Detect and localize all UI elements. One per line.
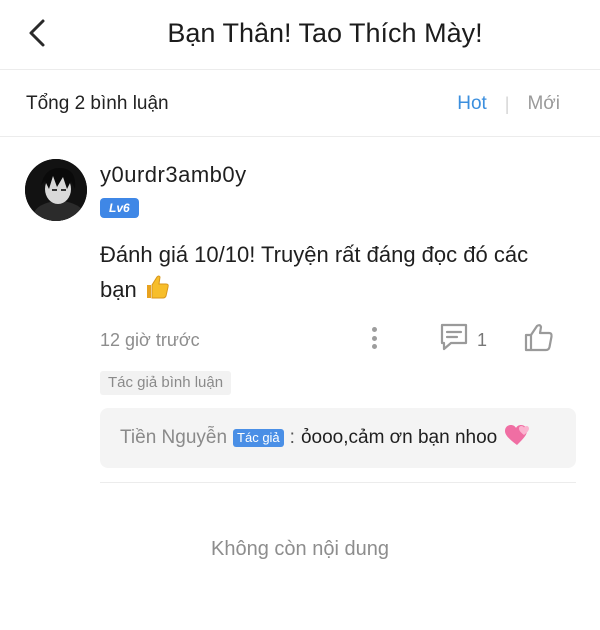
more-dot-icon xyxy=(371,344,377,349)
reply-button[interactable] xyxy=(438,322,470,352)
comment-time: 12 giờ trước xyxy=(100,330,200,350)
total-comments-label: Tổng 2 bình luận xyxy=(26,93,169,114)
avatar-image xyxy=(25,159,87,221)
comment-divider xyxy=(100,482,576,483)
level-badge: Lv6 xyxy=(100,198,139,218)
sort-new-tab[interactable]: Mới xyxy=(527,93,560,115)
page-title: Bạn Thân! Tao Thích Mày! xyxy=(167,18,483,48)
more-options-button[interactable] xyxy=(364,324,384,352)
more-dot-icon xyxy=(371,327,377,332)
comment-username[interactable]: y0urdr3amb0y xyxy=(100,162,247,188)
thumbs-up-icon xyxy=(524,324,553,352)
author-badge: Tác giả xyxy=(233,429,284,447)
reply-count: 1 xyxy=(477,330,488,350)
reply-author-name[interactable]: Tiền Nguyễn xyxy=(120,427,227,449)
comments-bar: Tổng 2 bình luận Hot | Mới xyxy=(0,71,600,137)
like-button[interactable] xyxy=(523,322,555,354)
author-commented-tag: Tác giả bình luận xyxy=(100,371,232,395)
comment-body: Đánh giá 10/10! Truyện rất đáng đọc đó c… xyxy=(100,237,570,310)
thumbs-up-emoji-icon xyxy=(143,274,171,310)
top-bar: Bạn Thân! Tao Thích Mày! xyxy=(0,0,600,70)
two-hearts-emoji-icon xyxy=(503,423,531,453)
sort-hot-tab[interactable]: Hot xyxy=(457,93,487,115)
reply-text: ỏooo,cảm ơn bạn nhoo xyxy=(300,427,498,448)
reply-preview[interactable]: Tiền Nguyễn Tác giả : ỏooo,cảm ơn bạn nh… xyxy=(100,408,576,468)
reply-separator: : xyxy=(289,427,295,448)
comment-bubble-icon xyxy=(440,323,468,351)
sort-divider: | xyxy=(504,93,510,114)
more-dot-icon xyxy=(371,335,377,341)
no-more-content-label: Không còn nội dung xyxy=(211,538,389,560)
sort-tabs: Hot | Mới xyxy=(457,93,560,115)
avatar[interactable] xyxy=(25,159,87,221)
